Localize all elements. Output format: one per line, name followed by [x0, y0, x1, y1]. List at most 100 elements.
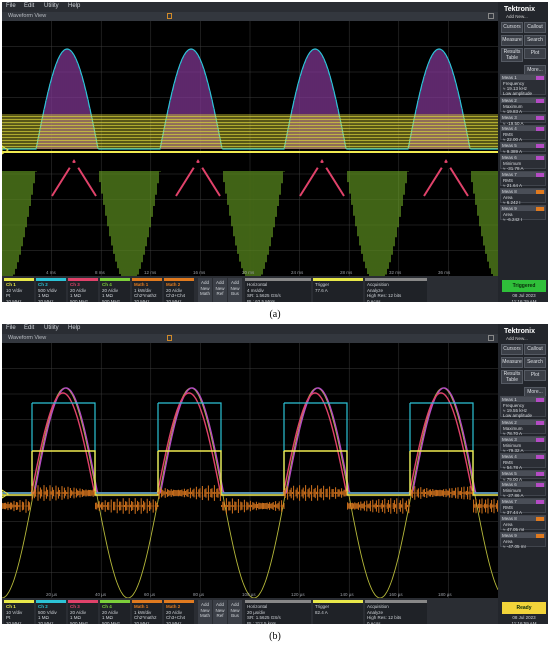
right-sidebar: Tektronix Add New... Cursors Callout Measu… — [498, 324, 548, 624]
measurement-card[interactable]: Meas 7 RMS ≈ 37.44 A — [500, 498, 546, 515]
menu-utility[interactable]: Utility — [44, 325, 59, 331]
measurement-source-badge — [536, 437, 544, 442]
channel-badge-math-1[interactable]: Math 11 kW/div Ch2*math2 20 MHz — [132, 278, 162, 302]
measurement-source-badge — [536, 155, 544, 160]
menu-edit[interactable]: Edit — [24, 3, 34, 9]
measurement-card[interactable]: Meas 1 Frequency ≈ 19.13 kHz Low amplitude — [500, 74, 546, 96]
side-button-results-table[interactable]: Results Table — [501, 48, 523, 62]
measurement-card[interactable]: Meas 5 ≈ 9.389 A — [500, 142, 546, 154]
close-icon[interactable] — [488, 13, 494, 19]
measurement-card[interactable]: Meas 6 Minimum ≈ -31.78 A — [500, 153, 546, 171]
channel-badge-math-2[interactable]: Math 2 20 A/div Ch3+Ch4 20 MHz — [164, 278, 194, 302]
current-envelope-negative — [2, 171, 498, 276]
trigger-position-marker[interactable] — [167, 13, 172, 19]
trigger-settings[interactable]: Trigger 82.4 A — [313, 600, 363, 624]
window-title: Waveform View — [8, 335, 47, 341]
measurement-card[interactable]: Meas 9 Area ≈ -6.242 I — [500, 204, 546, 222]
channel-setting: 20 MHz — [134, 620, 150, 625]
menu-edit[interactable]: Edit — [24, 325, 34, 331]
x-axis-tick-label: 20 µs — [46, 592, 58, 597]
menu-help[interactable]: Help — [68, 325, 80, 331]
measurement-source-badge — [536, 534, 544, 538]
acquisition-settings[interactable]: Acquisition Analyze High Res: 12 bits 0 Acq… — [365, 278, 427, 302]
x-axis-tick-label: 32 ms — [389, 270, 402, 275]
measurement-value: ≈ -47.05 mI — [503, 544, 526, 549]
measurement-source-badge — [536, 517, 544, 521]
horizontal-settings[interactable]: Horizontal 20 µs/div SR: 1.5625 GS/s RL: 31… — [245, 600, 311, 624]
time-text: 11:16:29 AM — [511, 298, 537, 303]
channel-setting: 20 MHz — [166, 298, 182, 303]
side-button-callout[interactable]: Callout — [524, 344, 546, 355]
side-button-cursors[interactable]: Cursors — [501, 22, 523, 33]
side-button-cursors[interactable]: Cursors — [501, 344, 523, 355]
add-new-button[interactable]: Add New Math — [198, 600, 212, 624]
x-axis-tick-label: 12 ms — [144, 270, 157, 275]
waveform-canvas — [2, 21, 498, 276]
measurement-card[interactable]: Meas 8 Area ≈ 47.05 mI — [500, 515, 546, 532]
ch1-level-marker — [2, 489, 9, 499]
menu-help[interactable]: Help — [68, 3, 80, 9]
add-new-button[interactable]: Add New Ref — [213, 278, 227, 302]
menu-utility[interactable]: Utility — [44, 3, 59, 9]
side-button-measure[interactable]: Measure — [501, 357, 523, 368]
measurement-value: Low amplitude — [503, 413, 533, 418]
waveform-plot[interactable] — [2, 343, 498, 598]
measurement-card[interactable]: Meas 4 RMS ≈ 22.00 A — [500, 125, 546, 142]
x-axis-tick-label: 8 ms — [95, 270, 105, 275]
channel-badge-ch-1[interactable]: Ch 1 10 V/div Pt 20 MHz — [4, 600, 34, 624]
acquisition-settings[interactable]: Acquisition Analyze High Res: 12 bits 0 Acq… — [365, 600, 427, 624]
channel-setting: 20 MHz — [6, 298, 22, 303]
horizontal-value: RL: 312.5 kpts — [247, 620, 277, 625]
side-button-measure[interactable]: Measure — [501, 35, 523, 46]
side-button-callout[interactable]: Callout — [524, 22, 546, 33]
measurement-card[interactable]: Meas 3 ≈ -19.50 A — [500, 113, 546, 126]
channel-badge-ch-2[interactable]: Ch 2 500 V/div 1 MΩ 20 MHz — [36, 278, 66, 302]
measurement-card[interactable]: Meas 4 RMS ≈ 54.78 A — [500, 452, 546, 470]
waveform-canvas — [2, 343, 498, 598]
measurement-card[interactable]: Meas 9 Area ≈ -47.05 mI — [500, 532, 546, 549]
channel-badge-math-1[interactable]: Math 11 kW/div Ch2*math2 20 MHz — [132, 600, 162, 624]
side-button-search[interactable]: Search — [524, 35, 546, 46]
menu-file[interactable]: File — [6, 3, 16, 9]
waveform-plot[interactable] — [2, 21, 498, 276]
trigger-settings[interactable]: Trigger 77.6 A — [313, 278, 363, 302]
menu-bar: File Edit Utility Help — [2, 324, 548, 334]
measurement-card[interactable]: Meas 8 Area ≈ 6.242 I — [500, 187, 546, 205]
caption-a: (a) — [269, 309, 281, 320]
side-button-search[interactable]: Search — [524, 357, 546, 368]
channel-badge-ch-3[interactable]: Ch 3 20 A/div 1 MΩ 500 MHz — [68, 278, 98, 302]
side-button-plot[interactable]: Plot — [524, 48, 546, 59]
channel-badge-ch-2[interactable]: Ch 2 500 V/div 1 MΩ 20 MHz — [36, 600, 66, 624]
close-icon[interactable] — [488, 335, 494, 341]
brand-logo: Tektronix — [504, 6, 535, 13]
measurement-source-badge — [536, 76, 544, 80]
trigger-position-marker[interactable] — [167, 335, 172, 341]
side-button-plot[interactable]: Plot — [524, 370, 546, 381]
x-axis-tick-label: 20 ms — [242, 270, 255, 275]
measurement-card[interactable]: Meas 7 RMS ≈ 21.64 A — [500, 170, 546, 188]
measurement-card[interactable]: Meas 5 ≈ 79.00 A — [500, 469, 546, 482]
waveform-view-titlebar: Waveform View — [2, 334, 498, 343]
channel-setting: 20 MHz — [38, 620, 54, 625]
add-new-button[interactable]: Add New Ref — [213, 600, 227, 624]
acquisition-status-button[interactable]: Triggered — [502, 280, 546, 292]
side-button-results-table[interactable]: Results Table — [501, 370, 523, 384]
measurement-card[interactable]: Meas 3 Minimum ≈ -79.32 A — [500, 435, 546, 453]
measurement-card[interactable]: Meas 1 Frequency ≈ 19.55 kHz Low amplitude — [500, 396, 546, 418]
channel-badge-ch-1[interactable]: Ch 1 10 V/div Pt 20 MHz — [4, 278, 34, 302]
channel-badge-math-2[interactable]: Math 2 20 A/div Ch3+Ch4 20 MHz — [164, 600, 194, 624]
menu-file[interactable]: File — [6, 325, 16, 331]
add-new-button[interactable]: Add New Bus — [228, 278, 242, 302]
status-bar: Ch 1 10 V/div Pt 20 MHz Ch 2 500 V/div 1 MΩ 20 … — [2, 276, 498, 302]
horizontal-settings[interactable]: Horizontal 4 ms/div SR: 1.5625 GS/s RL: 62.… — [245, 278, 311, 302]
measurement-card[interactable]: Meas 2 Maximum ≈ 19.83 A — [500, 96, 546, 114]
channel-setting: Ch2*math2 — [134, 615, 157, 620]
channel-badge-ch-4[interactable]: Ch 4 20 A/div 1 MΩ 500 MHz — [100, 600, 130, 624]
measurement-card[interactable]: Meas 2 Maximum ≈ 78.70 A — [500, 418, 546, 436]
channel-badge-ch-3[interactable]: Ch 3 20 A/div 1 MΩ 500 MHz — [68, 600, 98, 624]
add-new-button[interactable]: Add New Bus — [228, 600, 242, 624]
channel-badge-ch-4[interactable]: Ch 4 20 A/div 1 MΩ 500 MHz — [100, 278, 130, 302]
add-new-button[interactable]: Add New Math — [198, 278, 212, 302]
measurement-card[interactable]: Meas 6 Minimum ≈ -27.86 A — [500, 481, 546, 498]
acquisition-status-button[interactable]: Ready — [502, 602, 546, 614]
